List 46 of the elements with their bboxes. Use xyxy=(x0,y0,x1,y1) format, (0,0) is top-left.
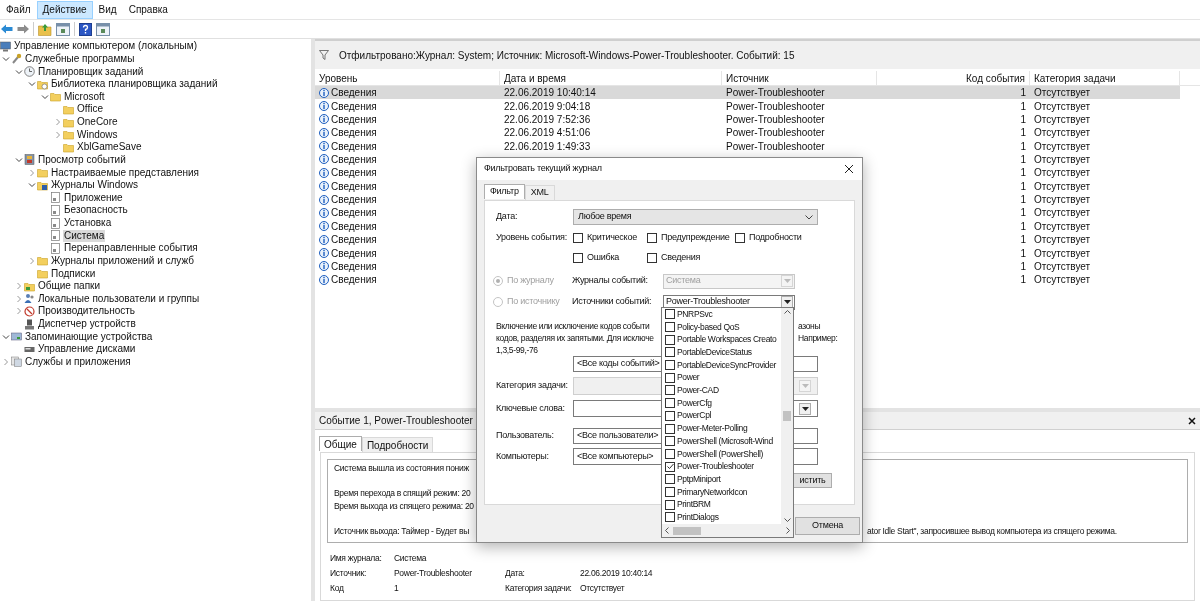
description-text: ator Idle Start", запросившее вывод компьютера из спящего режима. xyxy=(867,526,1117,537)
detail-value: Power-Troubleshooter xyxy=(394,566,473,580)
level-text: Сведения xyxy=(331,153,377,167)
detail-value: Система xyxy=(394,551,428,565)
hint-text: Включение или исключение кодов событи xyxy=(496,319,651,333)
level-text: Сведения xyxy=(331,246,377,261)
detail-label: Дата: xyxy=(505,566,526,580)
detail-value: 22.06.2019 10:40:14 xyxy=(580,566,653,580)
level-text: Сведения xyxy=(331,99,377,114)
field-label: Журналы событий: xyxy=(572,274,649,288)
detail-value: Отсутствует xyxy=(580,581,625,595)
hint-text: азоны xyxy=(798,319,821,333)
level-text: Сведения xyxy=(331,86,377,101)
field-label: Категория задачи: xyxy=(496,380,568,391)
field-label: Пользователь: xyxy=(496,430,554,441)
level-text: Сведения xyxy=(331,219,377,234)
event-title: Событие 1, Power-Troubleshooter xyxy=(319,414,473,428)
description-text: Время выхода из спящего режима: 20 xyxy=(334,501,474,512)
level-text: Сведения xyxy=(331,233,377,248)
field-label: Ключевые слова: xyxy=(496,402,565,413)
field-label: Источники событий: xyxy=(572,295,653,309)
level-text: Сведения xyxy=(331,179,377,194)
hint-text: кодов, разделяя их запятыми. Для исключе xyxy=(496,331,655,345)
detail-label: Имя журнала: xyxy=(330,551,383,565)
description-text: Время перехода в спящий режим: 20 xyxy=(334,488,471,499)
level-text: Сведения xyxy=(331,126,377,141)
level-text: Сведения xyxy=(331,112,377,127)
detail-label: Код xyxy=(330,581,345,595)
description-text: Система вышла из состояния пониж xyxy=(334,463,469,474)
field-label: Дата: xyxy=(495,210,519,224)
description-text: Источник выхода: Таймер - Будет вы xyxy=(334,526,469,537)
detail-label: Категория задачи: xyxy=(505,581,573,595)
level-text: Сведения xyxy=(331,206,377,221)
level-text: Сведения xyxy=(331,273,377,288)
level-text: Сведения xyxy=(331,166,377,181)
filter-text: Отфильтровано:Журнал: System; Источник: Microsoft-Windows-Power-Troubleshooter. Событий: 15 xyxy=(339,48,795,63)
detail-value: 1 xyxy=(394,581,400,595)
level-text: Сведения xyxy=(331,193,377,208)
field-label: Уровень события: xyxy=(495,231,568,245)
dialog-title: Фильтровать текущий журнал xyxy=(484,162,602,176)
level-text: Сведения xyxy=(331,139,377,154)
field-label: Компьютеры: xyxy=(496,450,549,461)
detail-label: Источник: xyxy=(330,566,367,580)
hint-text: 1,3,5-99,-76 xyxy=(496,343,538,357)
hint-text: Например: xyxy=(798,331,838,345)
level-text: Сведения xyxy=(331,259,377,274)
